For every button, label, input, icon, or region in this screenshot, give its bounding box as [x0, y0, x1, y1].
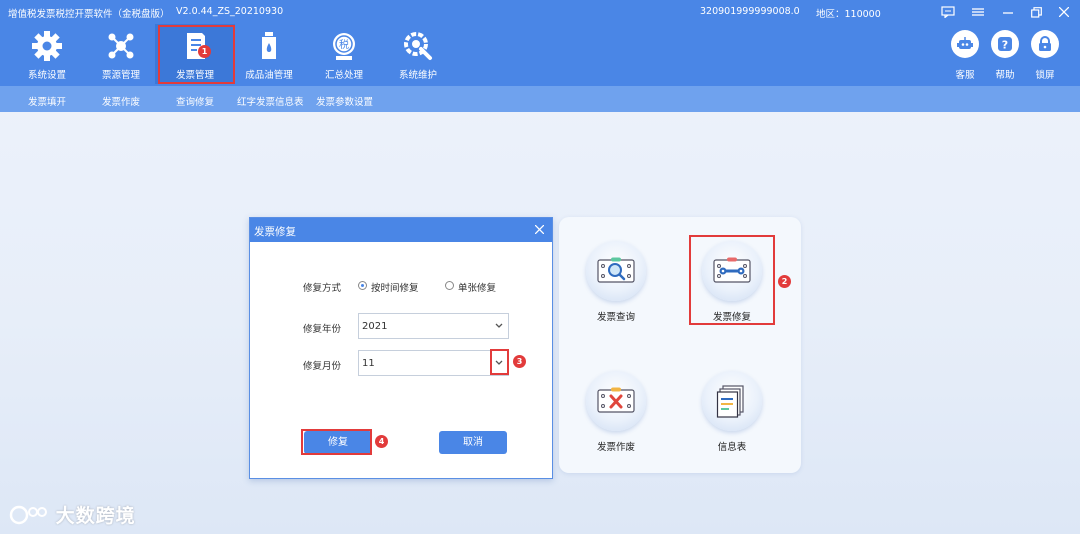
toolbar-summary[interactable]: 税 汇总处理 — [304, 24, 384, 84]
annotation-box-4 — [301, 429, 372, 455]
help-icon: ? — [991, 30, 1019, 58]
radio-by-time[interactable] — [358, 281, 367, 290]
submenu-item[interactable]: 发票作废 — [102, 94, 140, 108]
gear-icon — [32, 31, 62, 61]
annotation-badge-4: 4 — [375, 435, 388, 448]
submenu-bar: 发票填开 发票作废 查询修复 红字发票信息表 发票参数设置 — [0, 86, 1080, 112]
invoice-repair-dialog: 发票修复 修复方式 按时间修复 单张修复 修复年份 2021 修复月份 11 修… — [249, 217, 553, 479]
close-icon[interactable] — [1056, 4, 1072, 20]
submenu-item[interactable]: 发票参数设置 — [316, 94, 373, 108]
watermark: 大数跨境 — [8, 501, 136, 527]
network-icon — [108, 33, 134, 59]
customer-service-button[interactable]: 客服 — [945, 30, 985, 86]
toolbar-system-maintenance[interactable]: 系统维护 — [378, 24, 458, 84]
repair-year-value: 2021 — [362, 321, 388, 332]
radio-by-time-label: 按时间修复 — [371, 283, 419, 294]
menu-icon[interactable] — [970, 4, 986, 20]
invoice-void-icon — [586, 371, 646, 431]
document-list-icon — [702, 371, 762, 431]
annotation-box-2 — [689, 235, 775, 325]
tax-stamp-icon: 税 — [333, 33, 355, 60]
wrench-gear-icon — [404, 32, 432, 60]
watermark-text: 大数跨境 — [55, 505, 136, 527]
robot-icon — [951, 30, 979, 58]
repair-month-select[interactable]: 11 — [358, 350, 509, 376]
repair-year-label: 修复年份 — [303, 324, 342, 335]
toolbar-label: 成品油管理 — [245, 70, 293, 81]
dialog-close-icon[interactable] — [532, 221, 546, 237]
annotation-box-3 — [490, 349, 509, 375]
repair-mode-label: 修复方式 — [303, 283, 342, 294]
region-code: 地区：110000 — [816, 9, 881, 20]
toolbar-label: 系统设置 — [27, 70, 66, 81]
annotation-badge-3: 3 — [513, 355, 526, 368]
toolbar-oil-management[interactable]: 成品油管理 — [229, 24, 309, 84]
help-button[interactable]: ? 帮助 — [985, 30, 1025, 86]
toolbar-label: 票源管理 — [101, 70, 140, 81]
watermark-logo-icon — [9, 505, 47, 524]
submenu-item[interactable]: 红字发票信息表 — [237, 94, 304, 108]
submenu-item[interactable]: 发票填开 — [28, 94, 66, 108]
panel-item-label: 发票作废 — [596, 442, 635, 453]
annotation-badge-1: 1 — [198, 45, 211, 58]
app-version: V2.0.44_ZS_20210930 — [176, 6, 284, 17]
chevron-down-icon — [495, 323, 503, 328]
svg-text:税: 税 — [339, 38, 349, 51]
radio-single[interactable] — [445, 281, 454, 290]
dialog-title: 发票修复 — [254, 226, 296, 238]
panel-item-label: 发票查询 — [596, 312, 635, 323]
dialog-header: 发票修复 — [250, 218, 552, 242]
repair-year-select[interactable]: 2021 — [358, 313, 509, 339]
cancel-button[interactable]: 取消 — [439, 431, 507, 454]
right-tool-label: 客服 — [955, 70, 975, 81]
message-icon[interactable] — [940, 4, 956, 20]
lock-screen-button[interactable]: 锁屏 — [1025, 30, 1065, 86]
annotation-badge-2: 2 — [778, 275, 791, 288]
panel-invoice-query[interactable]: 发票查询 — [576, 241, 656, 327]
right-tool-label: 帮助 — [995, 70, 1015, 81]
minimize-icon[interactable] — [1000, 4, 1016, 20]
toolbar-ticket-source[interactable]: 票源管理 — [81, 24, 161, 84]
right-tool-label: 锁屏 — [1035, 70, 1055, 81]
invoice-search-icon — [586, 241, 646, 301]
restore-icon[interactable] — [1028, 4, 1044, 20]
radio-single-label: 单张修复 — [458, 283, 497, 294]
panel-invoice-void[interactable]: 发票作废 — [576, 371, 656, 457]
title-bar: 增值税发票税控开票软件（金税盘版） V2.0.44_ZS_20210930 32… — [0, 0, 1080, 24]
annotation-box-1 — [158, 25, 235, 84]
oil-bottle-icon — [262, 32, 276, 59]
svg-text:?: ? — [1002, 39, 1008, 52]
toolbar-system-settings[interactable]: 系统设置 — [7, 24, 87, 84]
toolbar-label: 汇总处理 — [324, 70, 363, 81]
repair-month-value: 11 — [362, 358, 375, 369]
lock-icon — [1031, 30, 1059, 58]
repair-month-label: 修复月份 — [303, 361, 342, 372]
toolbar-label: 系统维护 — [398, 70, 437, 81]
panel-item-label: 信息表 — [717, 442, 747, 453]
panel-info-sheet[interactable]: 信息表 — [692, 371, 772, 457]
machine-number: 320901999999008.0 — [700, 6, 800, 17]
submenu-item[interactable]: 查询修复 — [176, 94, 214, 108]
app-title: 增值税发票税控开票软件（金税盘版） — [8, 9, 170, 20]
